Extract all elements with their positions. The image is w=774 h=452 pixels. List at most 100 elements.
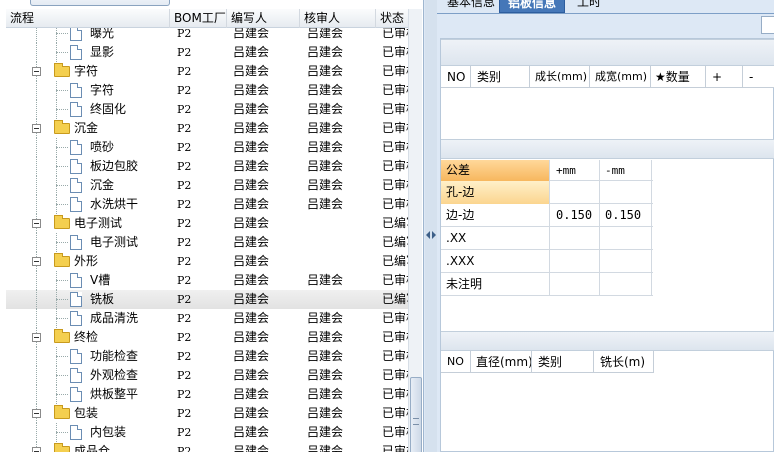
tolerance-plus-cell[interactable]: 0.150	[550, 204, 600, 227]
writer-cell: 吕建会	[233, 254, 270, 268]
tree-row[interactable]: 终固化 P2 吕建会 吕建会 已审核	[6, 100, 408, 119]
collapse-toggle-icon[interactable]	[32, 333, 41, 342]
tree-node-label: 沉金	[74, 121, 99, 135]
tree-folder-row[interactable]: 外形 P2 吕建会 已编写	[6, 252, 408, 271]
tab-process-info[interactable]: 铝板信息	[499, 0, 566, 13]
status-cell: 已审核	[382, 102, 408, 116]
tolerance-row[interactable]: .XXX	[441, 250, 653, 273]
tolerance-minus-cell[interactable]	[600, 181, 652, 204]
tree-branch-line	[56, 280, 68, 281]
tolerance-col-plus[interactable]: +mm	[550, 160, 600, 181]
tolerance-minus-cell[interactable]: 0.150	[600, 204, 652, 227]
scrollbar-thumb[interactable]	[410, 377, 422, 452]
collapse-toggle-icon[interactable]	[32, 257, 41, 266]
tree-node-label: V槽	[90, 273, 111, 287]
tolerance-row[interactable]: .XX	[441, 227, 653, 250]
grid1-col-minus[interactable]: -	[743, 66, 774, 88]
tree-row[interactable]: 曝光 P2 吕建会 吕建会 已审核	[6, 28, 408, 43]
tolerance-plus-cell[interactable]	[550, 250, 600, 273]
tree-branch-line	[56, 375, 68, 376]
tree-row[interactable]: 内包装 P2 吕建会 吕建会 已审核	[6, 423, 408, 442]
writer-cell: 吕建会	[233, 368, 270, 382]
tolerance-name-cell: 未注明	[441, 273, 550, 296]
tolerance-plus-cell[interactable]	[550, 273, 600, 296]
tree-rows: 曝光P2吕建会吕建会已审核显影P2吕建会吕建会已审核字符P2吕建会吕建会已审核字…	[6, 28, 408, 452]
tree-row[interactable]: 字符 P2 吕建会 吕建会 已审核	[6, 81, 408, 100]
reviewer-cell: 吕建会	[307, 273, 344, 287]
reviewer-cell: 吕建会	[307, 45, 344, 59]
grid1-col-plus[interactable]: +	[706, 66, 743, 88]
grid2-col-no[interactable]: NO	[441, 351, 471, 373]
tolerance-col-minus[interactable]: -mm	[600, 160, 652, 181]
tree-row[interactable]: 显影 P2 吕建会 吕建会 已审核	[6, 43, 408, 62]
tree-row[interactable]: 铣板 P2 吕建会 已编写	[6, 290, 408, 309]
tab-tools[interactable]: 工时	[569, 0, 609, 13]
tree-folder-row[interactable]: 沉金 P2 吕建会 吕建会 已审核	[6, 119, 408, 138]
tree-row[interactable]: 功能检查 P2 吕建会 吕建会 已审核	[6, 347, 408, 366]
collapse-left-icon[interactable]	[426, 231, 430, 239]
collapse-toggle-icon[interactable]	[32, 124, 41, 133]
grid2-col-diameter[interactable]: 直径(mm)	[471, 351, 532, 373]
tolerance-minus-cell[interactable]	[600, 227, 652, 250]
tree-row[interactable]: 喷砂 P2 吕建会 吕建会 已审核	[6, 138, 408, 157]
tolerance-row[interactable]: 边-边 0.150 0.150	[441, 204, 653, 227]
tree-row[interactable]: 外观检查 P2 吕建会 吕建会 已审核	[6, 366, 408, 385]
column-header-reviewer[interactable]: 核审人	[300, 9, 376, 28]
grid-size-header: NO 类别 成长(mm) 成宽(mm) ★数量 + -	[441, 66, 774, 88]
grid1-col-category[interactable]: 类别	[471, 66, 530, 88]
writer-cell: 吕建会	[233, 121, 270, 135]
tolerance-minus-cell[interactable]	[600, 273, 652, 296]
collapsed-toolbar-button[interactable]	[30, 0, 170, 6]
tree-node-label: 成品清洗	[90, 311, 139, 325]
tree-row[interactable]: V槽 P2 吕建会 吕建会 已审核	[6, 271, 408, 290]
tree-node-label: 终检	[74, 330, 99, 344]
tree-row[interactable]: 水洗烘干 P2 吕建会 吕建会 已审核	[6, 195, 408, 214]
tree-row[interactable]: 板边包胶 P2 吕建会 吕建会 已审核	[6, 157, 408, 176]
grid1-col-length[interactable]: 成长(mm)	[530, 66, 590, 88]
tree-scrollbar[interactable]	[408, 9, 422, 452]
tree-row[interactable]: 电子测试 P2 吕建会 已编写	[6, 233, 408, 252]
tolerance-row[interactable]: 孔-边	[441, 181, 653, 204]
collapse-right-icon[interactable]	[432, 231, 436, 239]
grid2-col-category[interactable]: 类别	[532, 351, 594, 373]
tree-node-label: 外观检查	[90, 368, 139, 382]
collapse-toggle-icon[interactable]	[32, 67, 41, 76]
reviewer-cell: 吕建会	[307, 121, 344, 135]
column-header-writer[interactable]: 编写人	[227, 9, 300, 28]
tree-folder-row[interactable]: 终检 P2 吕建会 吕建会 已审核	[6, 328, 408, 347]
column-header-process[interactable]: 流程	[6, 9, 170, 28]
status-cell: 已审核	[382, 45, 408, 59]
collapse-toggle-icon[interactable]	[32, 409, 41, 418]
tree-folder-row[interactable]: 成品仓 P2 吕建会 吕建会 已审核	[6, 442, 408, 452]
collapse-toggle-icon[interactable]	[32, 219, 41, 228]
tree-node-label: 内包装	[90, 425, 127, 439]
grid1-col-width[interactable]: 成宽(mm)	[590, 66, 651, 88]
column-header-bom[interactable]: BOM工厂	[170, 9, 227, 28]
panel-splitter[interactable]	[425, 0, 437, 452]
column-header-status[interactable]: 状态	[376, 9, 416, 28]
grid1-col-no[interactable]: NO	[441, 66, 471, 88]
tolerance-col-name[interactable]: 公差	[441, 160, 550, 181]
bom-cell: P2	[177, 426, 192, 439]
tree-folder-row[interactable]: 电子测试 P2 吕建会 已编写	[6, 214, 408, 233]
tolerance-plus-cell[interactable]	[550, 181, 600, 204]
tree-line	[36, 366, 37, 385]
collapse-toggle-icon[interactable]	[32, 447, 41, 452]
tab-basic-info[interactable]: 基本信息	[439, 0, 503, 13]
bom-cell: P2	[177, 312, 192, 325]
tree-row[interactable]: 成品清洗 P2 吕建会 吕建会 已审核	[6, 309, 408, 328]
bom-cell: P2	[177, 369, 192, 382]
writer-cell: 吕建会	[233, 425, 270, 439]
tree-row[interactable]: 烘板整平 P2 吕建会 吕建会 已审核	[6, 385, 408, 404]
filter-input[interactable]	[761, 16, 774, 34]
tolerance-row[interactable]: 未注明	[441, 273, 653, 296]
tolerance-plus-cell[interactable]	[550, 227, 600, 250]
tolerance-minus-cell[interactable]	[600, 250, 652, 273]
grid1-col-quantity[interactable]: ★数量	[651, 66, 706, 88]
tree-node-label: 喷砂	[90, 140, 115, 154]
tree-folder-row[interactable]: 包装 P2 吕建会 吕建会 已审核	[6, 404, 408, 423]
grid2-col-route-length[interactable]: 铣长(m)	[594, 351, 654, 373]
tree-folder-row[interactable]: 字符 P2 吕建会 吕建会 已审核	[6, 62, 408, 81]
reviewer-cell: 吕建会	[307, 425, 344, 439]
tree-row[interactable]: 沉金 P2 吕建会 吕建会 已审核	[6, 176, 408, 195]
